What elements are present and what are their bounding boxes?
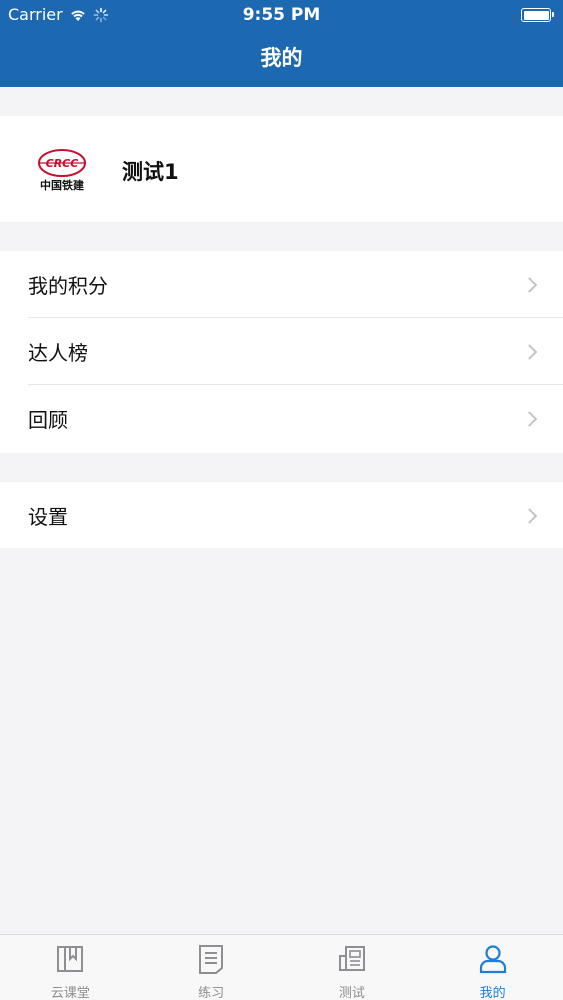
newspaper-icon [338,946,365,971]
logo-mark: CRCC [46,157,79,170]
book-icon [57,946,84,972]
menu-item-settings[interactable]: 设置 [0,482,563,549]
person-icon [479,945,506,974]
tab-cloud-classroom[interactable]: 云课堂 [0,935,141,1000]
chevron-right-icon [521,410,538,427]
header: Carrier 9:55 PM 我的 [0,0,563,87]
tab-mine[interactable]: 我的 [422,935,563,1000]
menu-group-settings: 设置 [0,482,563,548]
battery-icon [521,8,554,22]
tab-practice[interactable]: 练习 [141,935,282,1000]
company-logo: CRCC 中国铁建 [38,149,86,192]
menu-item-points[interactable]: 我的积分 [0,251,563,318]
profile-name: 测试1 [122,160,179,184]
profile-card[interactable]: CRCC 中国铁建 测试1 [0,116,563,222]
menu-item-label: 我的积分 [28,274,108,298]
chevron-right-icon [521,276,538,293]
tab-label: 我的 [479,986,506,1000]
document-icon [199,945,224,974]
menu-item-label: 设置 [28,505,68,529]
tab-test[interactable]: 测试 [282,935,423,1000]
menu-item-review[interactable]: 回顾 [0,385,563,452]
status-time: 9:55 PM [242,5,321,25]
tab-label: 测试 [338,986,365,1000]
status-bar: Carrier 9:55 PM [0,0,563,30]
menu-item-label: 达人榜 [28,341,88,365]
menu-group-primary: 我的积分 达人榜 回顾 [0,251,563,453]
chevron-right-icon [521,507,538,524]
menu-item-leaderboard[interactable]: 达人榜 [0,318,563,385]
tab-label: 云课堂 [50,986,90,1000]
tab-bar: 云课堂 练习 测试 我的 [0,934,563,1000]
menu-item-label: 回顾 [28,408,68,432]
tab-label: 练习 [198,986,225,1000]
chevron-right-icon [521,343,538,360]
logo-text: 中国铁建 [40,178,85,192]
page-title: 我的 [260,46,303,70]
